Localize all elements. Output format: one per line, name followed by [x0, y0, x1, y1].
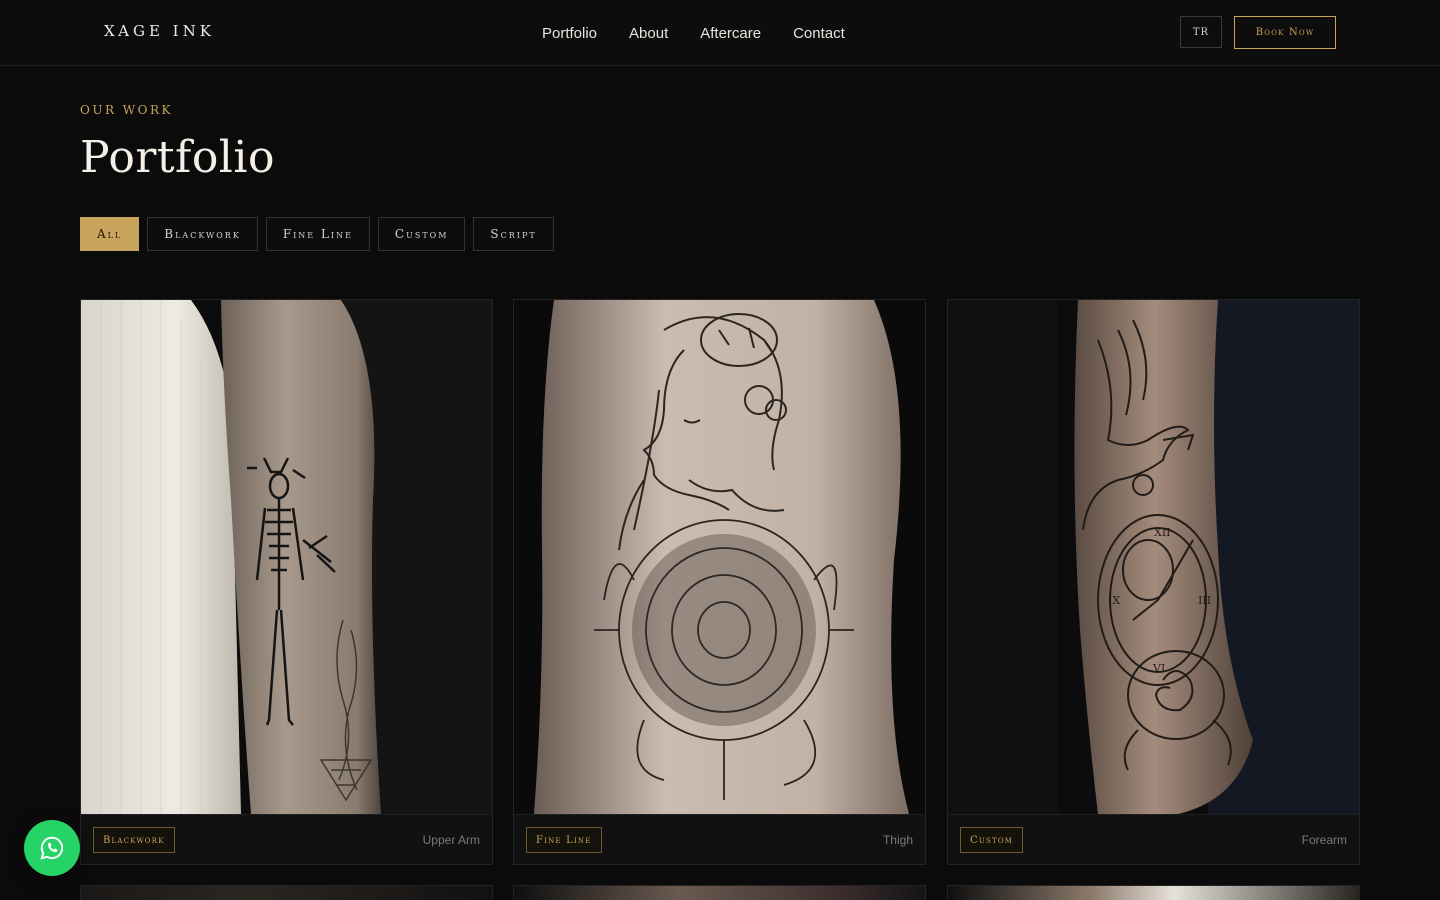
svg-text:VI: VI — [1152, 662, 1165, 675]
card-meta: Custom Forearm — [948, 814, 1359, 864]
portfolio-filters: All Blackwork Fine Line Custom Script — [80, 217, 554, 251]
whatsapp-button[interactable] — [24, 820, 80, 876]
portfolio-card-partial[interactable] — [513, 885, 926, 900]
filter-fine-line[interactable]: Fine Line — [265, 217, 370, 251]
whatsapp-icon — [40, 836, 64, 860]
nav-aftercare[interactable]: Aftercare — [700, 25, 761, 42]
main-nav: Portfolio About Aftercare Contact — [542, 25, 845, 42]
style-tag: Custom — [960, 827, 1024, 853]
site-logo[interactable]: XAGE INK — [104, 22, 215, 40]
svg-text:XII: XII — [1154, 526, 1171, 539]
card-meta: Blackwork Upper Arm — [81, 814, 492, 864]
portfolio-card-partial[interactable] — [80, 885, 493, 900]
book-now-button[interactable]: Book Now — [1234, 16, 1336, 49]
svg-text:III: III — [1198, 594, 1211, 607]
filter-blackwork[interactable]: Blackwork — [147, 217, 258, 251]
portfolio-card[interactable]: Fine Line Thigh — [513, 299, 926, 865]
nav-contact[interactable]: Contact — [793, 25, 845, 42]
language-toggle-button[interactable]: TR — [1180, 16, 1222, 48]
page-title: Portfolio — [80, 132, 275, 183]
filter-script[interactable]: Script — [473, 217, 554, 251]
body-location: Forearm — [1301, 833, 1347, 847]
svg-text:IX: IX — [1108, 594, 1120, 607]
nav-about[interactable]: About — [629, 25, 668, 42]
portfolio-card-partial[interactable] — [947, 885, 1360, 900]
filter-custom[interactable]: Custom — [377, 217, 466, 251]
tattoo-photo-fine-line — [514, 300, 925, 814]
body-location: Upper Arm — [422, 833, 480, 847]
section-eyebrow: OUR WORK — [80, 103, 173, 117]
portfolio-card[interactable]: XII III VI IX Custom Forearm — [947, 299, 1360, 865]
portfolio-card[interactable]: Blackwork Upper Arm — [80, 299, 493, 865]
style-tag: Blackwork — [93, 827, 175, 853]
tattoo-photo-custom: XII III VI IX — [948, 300, 1359, 814]
body-location: Thigh — [882, 833, 913, 847]
nav-portfolio[interactable]: Portfolio — [542, 25, 597, 42]
filter-all[interactable]: All — [80, 217, 140, 251]
card-meta: Fine Line Thigh — [514, 814, 925, 864]
tattoo-photo-blackwork — [81, 300, 492, 814]
site-header: XAGE INK Portfolio About Aftercare Conta… — [0, 0, 1440, 66]
style-tag: Fine Line — [526, 827, 602, 853]
